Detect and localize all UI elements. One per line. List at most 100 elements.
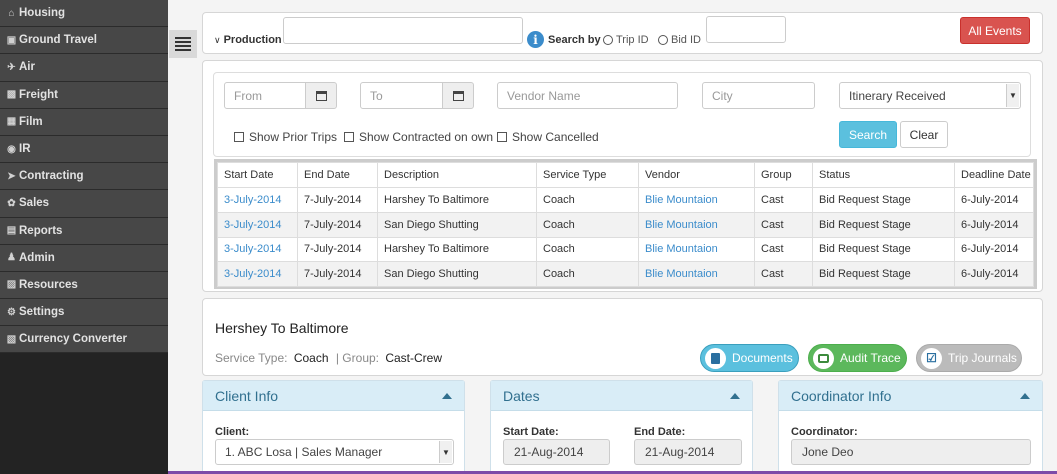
column-header[interactable]: End Date: [297, 162, 378, 188]
results-table-wrapper: Start Date End Date Description Service …: [214, 159, 1037, 289]
show-contracted-checkbox[interactable]: Show Contracted on own: [344, 130, 493, 144]
service-type-label: Service Type:: [215, 351, 288, 365]
clear-button[interactable]: Clear: [900, 121, 948, 148]
production-input[interactable]: [283, 17, 523, 44]
end-date-label: End Date:: [634, 426, 686, 438]
sidebar-item-label: Contracting: [19, 170, 84, 183]
home-icon: ⌂: [8, 7, 15, 19]
table-row[interactable]: 3-July-2014 7-July-2014 Harshey To Balti…: [217, 236, 1034, 263]
info-icon: ◉: [7, 143, 16, 155]
all-events-button[interactable]: All Events: [960, 17, 1030, 44]
sidebar-item-air[interactable]: ✈ Air: [0, 54, 168, 82]
info-icon[interactable]: i: [527, 31, 544, 48]
status-select[interactable]: Itinerary Received ▼: [839, 82, 1021, 109]
vendor-link[interactable]: Blie Mountaion: [638, 187, 755, 213]
sidebar-item-sales[interactable]: ✿ Sales: [0, 190, 168, 218]
results-table: Start Date End Date Description Service …: [217, 162, 1034, 288]
column-header[interactable]: Deadline Date: [954, 162, 1034, 188]
column-header[interactable]: Group: [754, 162, 813, 188]
to-date-input[interactable]: To: [360, 82, 443, 109]
trip-title: Hershey To Baltimore: [215, 320, 349, 336]
to-date-calendar-button[interactable]: [442, 82, 474, 109]
sidebar-item-label: Sales: [19, 197, 50, 210]
sidebar-item-reports[interactable]: ▤ Reports: [0, 217, 168, 245]
bid-id-input[interactable]: [706, 16, 786, 43]
audit-trace-button[interactable]: Audit Trace: [808, 344, 907, 372]
trip-journals-button[interactable]: ☑ Trip Journals: [916, 344, 1022, 372]
sidebar-item-ground-travel[interactable]: ▣ Ground Travel: [0, 27, 168, 55]
chevron-up-icon[interactable]: [730, 392, 740, 399]
column-header[interactable]: Description: [377, 162, 537, 188]
start-date-link[interactable]: 3-July-2014: [217, 211, 298, 238]
sidebar-item-currency-converter[interactable]: ▧ Currency Converter: [0, 326, 168, 354]
coordinator-field[interactable]: Jone Deo: [791, 439, 1031, 465]
documents-button[interactable]: Documents: [700, 344, 799, 372]
column-header[interactable]: Start Date: [217, 162, 298, 188]
table-row[interactable]: 3-July-2014 7-July-2014 San Diego Shutti…: [217, 211, 1034, 238]
trip-detail-panel: Hershey To Baltimore Service Type: Coach…: [202, 298, 1043, 376]
chevron-up-icon[interactable]: [442, 392, 452, 399]
client-info-header[interactable]: Client Info: [203, 381, 464, 411]
sidebar-item-label: Ground Travel: [19, 34, 97, 47]
column-header[interactable]: Status: [812, 162, 955, 188]
coordinator-info-title: Coordinator Info: [791, 387, 892, 404]
start-date-link[interactable]: 3-July-2014: [217, 236, 298, 263]
sidebar-item-label: Film: [19, 115, 43, 128]
sidebar-item-freight[interactable]: ▩ Freight: [0, 81, 168, 109]
client-select[interactable]: 1. ABC Losa | Sales Manager ▼: [215, 439, 454, 465]
dates-panel: Dates Start Date: 21-Aug-2014 End Date: …: [490, 380, 753, 474]
search-button[interactable]: Search: [839, 121, 897, 148]
sidebar-item-ir[interactable]: ◉ IR: [0, 135, 168, 164]
table-cell: Cast: [754, 211, 813, 238]
car-icon: ▣: [6, 34, 17, 46]
show-cancelled-checkbox[interactable]: Show Cancelled: [497, 130, 599, 144]
table-row[interactable]: 3-July-2014 7-July-2014 San Diego Shutti…: [217, 261, 1034, 288]
document-icon: [705, 347, 726, 369]
vendor-link[interactable]: Blie Mountaion: [638, 261, 755, 288]
column-header[interactable]: Service Type: [536, 162, 639, 188]
user-icon: ♟: [7, 252, 16, 264]
production-label-group: ∨ Production: [214, 34, 282, 46]
filter-box: From To Vendor Name City Itinerary Recei…: [213, 72, 1031, 157]
sidebar-item-label: Currency Converter: [19, 333, 128, 346]
chevron-up-icon[interactable]: [1020, 392, 1030, 399]
start-date-link[interactable]: 3-July-2014: [217, 187, 298, 213]
documents-label: Documents: [732, 351, 793, 365]
table-cell: Coach: [536, 236, 639, 263]
sidebar-item-film[interactable]: ▦ Film: [0, 108, 168, 136]
start-date-field[interactable]: 21-Aug-2014: [503, 439, 610, 465]
menu-toggle-icon[interactable]: [169, 30, 197, 58]
coordinator-info-header[interactable]: Coordinator Info: [779, 381, 1042, 411]
sidebar-item-label: Air: [19, 61, 35, 74]
start-date-link[interactable]: 3-July-2014: [217, 261, 298, 288]
sidebar-item-housing[interactable]: ⌂ Housing: [0, 0, 168, 28]
column-header[interactable]: Vendor: [638, 162, 755, 188]
show-cancelled-label: Show Cancelled: [512, 130, 599, 144]
bid-id-radio[interactable]: Bid ID: [654, 34, 701, 46]
briefcase-icon: ▨: [6, 279, 17, 291]
vendor-link[interactable]: Blie Mountaion: [638, 211, 755, 238]
service-type-value: Coach: [293, 351, 329, 365]
end-date-field[interactable]: 21-Aug-2014: [634, 439, 742, 465]
show-prior-trips-checkbox[interactable]: Show Prior Trips: [234, 130, 337, 144]
sidebar-item-contracting[interactable]: ➤ Contracting: [0, 163, 168, 191]
sidebar-item-settings[interactable]: ⚙ Settings: [0, 299, 168, 327]
vendor-name-input[interactable]: Vendor Name: [497, 82, 678, 109]
city-input[interactable]: City: [702, 82, 815, 109]
vendor-link[interactable]: Blie Mountaion: [638, 236, 755, 263]
table-cell: Bid Request Stage: [812, 211, 955, 238]
from-date-calendar-button[interactable]: [305, 82, 337, 109]
table-cell: 6-July-2014: [954, 187, 1034, 213]
production-label: Production: [223, 34, 282, 46]
sidebar-item-resources[interactable]: ▨ Resources: [0, 271, 168, 300]
trip-id-radio[interactable]: Trip ID: [599, 34, 649, 46]
checkbox-icon: [344, 132, 354, 142]
table-header-row: Start Date End Date Description Service …: [217, 162, 1034, 188]
from-date-input[interactable]: From: [224, 82, 306, 109]
table-row[interactable]: 3-July-2014 7-July-2014 Harshey To Balti…: [217, 187, 1034, 213]
table-cell: 7-July-2014: [297, 261, 378, 288]
search-results-panel: From To Vendor Name City Itinerary Recei…: [202, 60, 1043, 292]
client-info-panel: Client Info Client: 1. ABC Losa | Sales …: [202, 380, 465, 474]
dates-header[interactable]: Dates: [491, 381, 752, 411]
sidebar-item-admin[interactable]: ♟ Admin: [0, 244, 168, 272]
